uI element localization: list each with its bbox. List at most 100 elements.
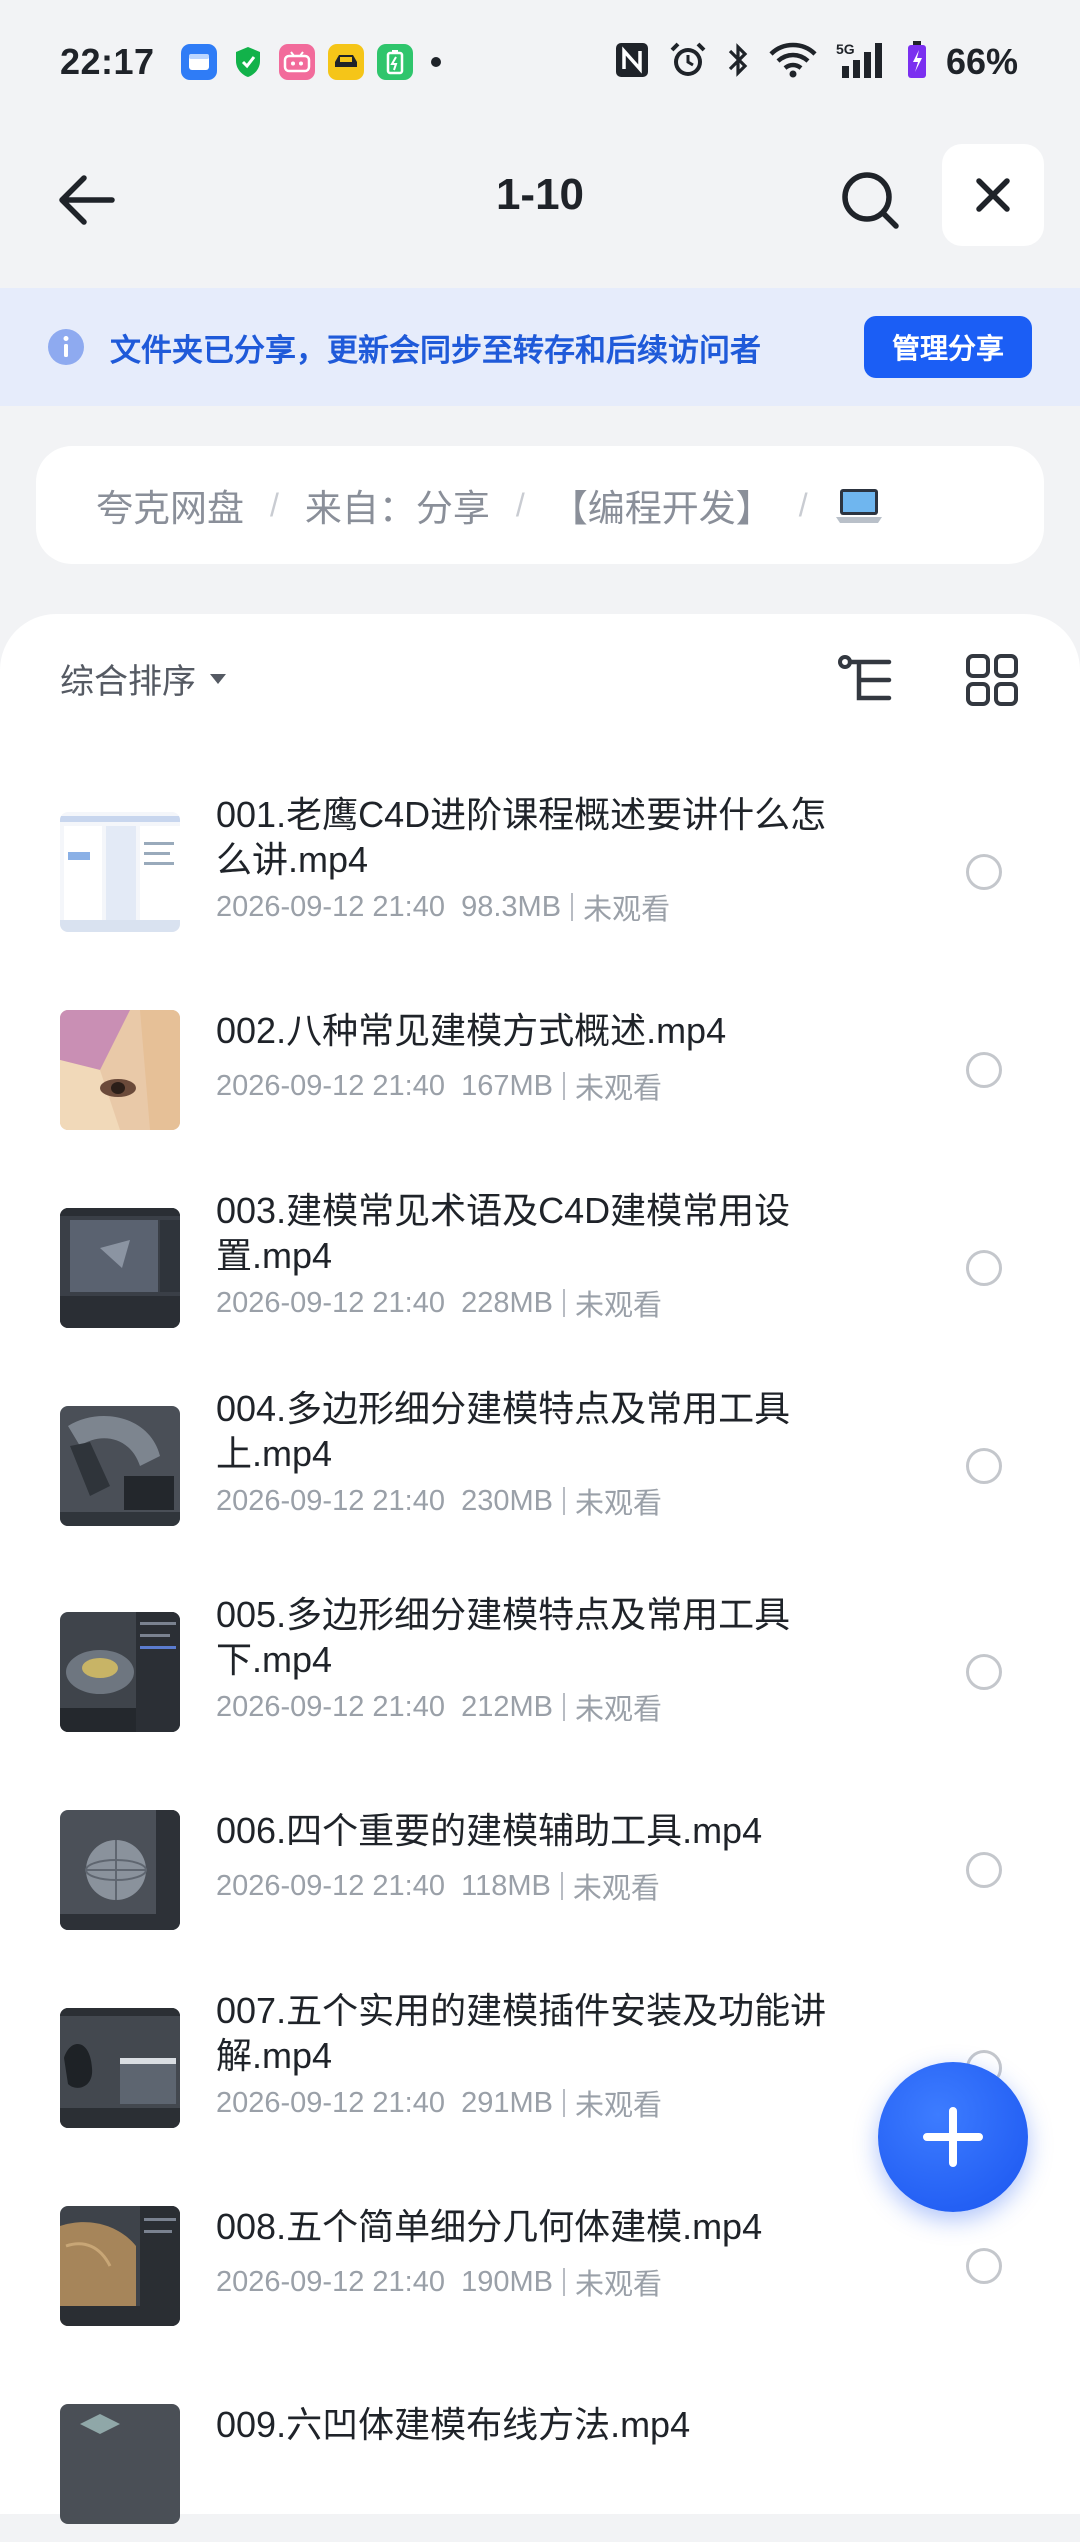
tree-view-button[interactable]	[836, 648, 900, 712]
breadcrumb-item-from-share[interactable]: 来自：分享	[305, 478, 490, 532]
status-system-icons: 5G 66%	[614, 40, 1018, 85]
watch-status: 未观看	[575, 2269, 663, 2301]
video-thumbnail	[60, 1612, 180, 1732]
breadcrumb-separator: /	[798, 486, 808, 523]
file-size: 167MB	[461, 1069, 553, 1102]
add-button[interactable]	[878, 2062, 1028, 2212]
meta-divider	[563, 1487, 565, 1515]
back-arrow-icon	[59, 175, 115, 225]
select-radio[interactable]	[966, 2248, 1002, 2284]
file-date: 2026-09-12 21:40	[216, 1286, 445, 1319]
select-radio[interactable]	[966, 1654, 1002, 1690]
file-name: 007.五个实用的建模插件安装及功能讲解.mp4	[216, 1990, 827, 2076]
file-info: 004.多边形细分建模特点及常用工具上.mp4 2026-09-12 21:40…	[216, 1386, 856, 1522]
breadcrumb-separator: /	[270, 486, 279, 523]
watch-status: 未观看	[575, 1694, 663, 1726]
video-thumbnail	[60, 1810, 180, 1930]
file-info: 002.八种常见建模方式概述.mp4 2026-09-12 21:40 167M…	[216, 1008, 856, 1107]
file-meta: 2026-09-12 21:40 190MB 未观看	[216, 2261, 856, 2303]
file-date: 2026-09-12 21:40	[216, 890, 445, 923]
caret-down-icon	[210, 673, 226, 684]
breadcrumb-separator: /	[515, 486, 525, 523]
file-info: 003.建模常见术语及C4D建模常用设置.mp4 2026-09-12 21:4…	[216, 1188, 856, 1324]
file-info: 009.六凹体建模布线方法.mp4	[216, 2402, 856, 2447]
alarm-icon	[668, 40, 708, 85]
file-size: 190MB	[461, 2265, 553, 2298]
video-thumbnail	[60, 2404, 180, 2524]
share-banner: 文件夹已分享，更新会同步至转存和后续访问者 管理分享	[0, 288, 1080, 406]
wifi-icon	[768, 41, 818, 84]
battery-icon	[906, 40, 928, 85]
tree-icon	[838, 655, 892, 701]
share-banner-text: 文件夹已分享，更新会同步至转存和后续访问者	[110, 332, 761, 368]
file-size: 230MB	[461, 1484, 553, 1517]
file-size: 118MB	[461, 1869, 551, 1902]
file-info: 008.五个简单细分几何体建模.mp4 2026-09-12 21:40 190…	[216, 2204, 856, 2303]
search-button[interactable]	[826, 158, 914, 242]
file-date: 2026-09-12 21:40	[216, 1869, 445, 1902]
breadcrumb-item-current[interactable]	[834, 485, 884, 525]
file-size: 98.3MB	[461, 890, 562, 923]
select-radio[interactable]	[966, 1852, 1002, 1888]
breadcrumb-item-root[interactable]: 夸克网盘	[96, 478, 244, 532]
notification-dot	[430, 57, 441, 67]
file-info: 007.五个实用的建模插件安装及功能讲解.mp4 2026-09-12 21:4…	[216, 1988, 856, 2124]
meta-divider	[563, 1693, 565, 1721]
manage-share-button[interactable]: 管理分享	[864, 316, 1032, 378]
select-radio[interactable]	[966, 854, 1002, 890]
file-size: 228MB	[461, 1286, 553, 1319]
sort-dropdown[interactable]: 综合排序	[60, 654, 228, 703]
meta-divider	[563, 2268, 565, 2296]
video-thumbnail	[60, 1406, 180, 1526]
battery-percent: 66%	[945, 41, 1018, 82]
file-row[interactable]: 004.多边形细分建模特点及常用工具上.mp4 2026-09-12 21:40…	[0, 1346, 1080, 1552]
file-info: 006.四个重要的建模辅助工具.mp4 2026-09-12 21:40 118…	[216, 1808, 856, 1907]
file-row[interactable]: 002.八种常见建模方式概述.mp4 2026-09-12 21:40 167M…	[0, 950, 1080, 1148]
file-list-panel: 综合排序 001.老鹰C4D进阶课程概述要讲什么怎么讲.mp4 2026-09-…	[0, 614, 1080, 2524]
sort-label: 综合排序	[60, 663, 196, 701]
file-date: 2026-09-12 21:40	[216, 2265, 445, 2298]
plus-icon	[923, 2107, 983, 2167]
file-meta: 2026-09-12 21:40 167MB 未观看	[216, 1065, 856, 1107]
watch-status: 未观看	[575, 1290, 663, 1322]
file-date: 2026-09-12 21:40	[216, 1069, 445, 1102]
select-radio[interactable]	[966, 1448, 1002, 1484]
file-row[interactable]: 003.建模常见术语及C4D建模常用设置.mp4 2026-09-12 21:4…	[0, 1148, 1080, 1346]
watch-status: 未观看	[575, 1488, 663, 1520]
file-meta: 2026-09-12 21:40 228MB 未观看	[216, 1282, 856, 1324]
breadcrumb: 夸克网盘 / 来自：分享 / 【编程开发】 /	[36, 446, 1044, 564]
file-meta: 2026-09-12 21:40 118MB 未观看	[216, 1865, 856, 1907]
file-row[interactable]: 001.老鹰C4D进阶课程概述要讲什么怎么讲.mp4 2026-09-12 21…	[0, 752, 1080, 950]
file-name: 001.老鹰C4D进阶课程概述要讲什么怎么讲.mp4	[216, 794, 827, 880]
watch-status: 未观看	[572, 1873, 660, 1905]
laptop-icon	[835, 489, 882, 523]
top-bar: 1-10	[0, 140, 1080, 260]
status-bar: 22:17 5G 66%	[0, 0, 1080, 124]
file-meta: 2026-09-12 21:40 291MB 未观看	[216, 2082, 856, 2124]
select-radio[interactable]	[966, 1250, 1002, 1286]
file-name: 009.六凹体建模布线方法.mp4	[216, 2404, 691, 2445]
watch-status: 未观看	[583, 894, 671, 926]
file-size: 212MB	[461, 1690, 553, 1723]
file-date: 2026-09-12 21:40	[216, 1484, 445, 1517]
file-row[interactable]: 009.六凹体建模布线方法.mp4	[0, 2344, 1080, 2542]
grid-view-button[interactable]	[960, 648, 1024, 712]
bilibili-app-icon	[278, 44, 315, 80]
select-radio[interactable]	[966, 1052, 1002, 1088]
file-list: 001.老鹰C4D进阶课程概述要讲什么怎么讲.mp4 2026-09-12 21…	[0, 752, 1080, 2542]
status-app-icons	[180, 44, 413, 80]
back-button[interactable]	[44, 158, 128, 242]
breadcrumb-item-programming[interactable]: 【编程开发】	[551, 478, 773, 532]
close-button[interactable]	[942, 144, 1044, 246]
cellular-5g-icon: 5G	[836, 40, 888, 85]
file-name: 005.多边形细分建模特点及常用工具下.mp4	[216, 1594, 791, 1680]
svg-text:5G: 5G	[836, 41, 855, 57]
meta-divider	[563, 1289, 565, 1317]
file-row[interactable]: 006.四个重要的建模辅助工具.mp4 2026-09-12 21:40 118…	[0, 1750, 1080, 1948]
status-time: 22:17	[60, 41, 155, 82]
video-thumbnail	[60, 812, 180, 932]
file-row[interactable]: 005.多边形细分建模特点及常用工具下.mp4 2026-09-12 21:40…	[0, 1552, 1080, 1750]
file-name: 006.四个重要的建模辅助工具.mp4	[216, 1810, 763, 1851]
file-name: 004.多边形细分建模特点及常用工具上.mp4	[216, 1388, 791, 1474]
page-title: 1-10	[495, 170, 585, 219]
